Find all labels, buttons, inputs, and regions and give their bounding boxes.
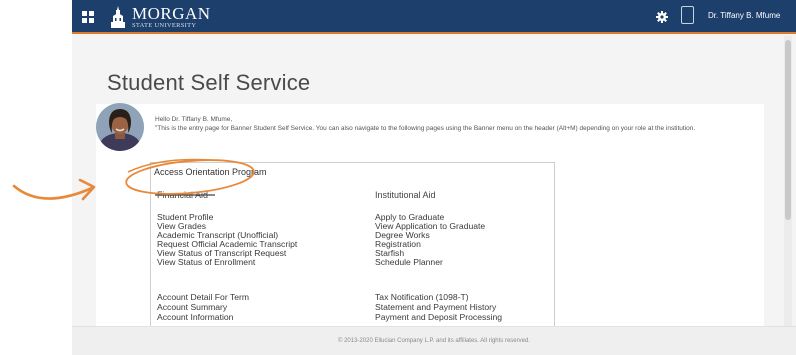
- scrollbar-thumb[interactable]: [785, 40, 791, 220]
- financial-aid-link[interactable]: Financial Aid: [157, 190, 208, 200]
- university-logo[interactable]: MORGAN STATE UNIVERSITY: [110, 4, 211, 30]
- payment-deposit-processing-link[interactable]: Payment and Deposit Processing: [375, 312, 502, 323]
- page-footer: © 2013-2020 Ellucian Company L.P. and it…: [72, 326, 796, 355]
- institutional-aid-link[interactable]: Institutional Aid: [375, 190, 436, 200]
- greeting-text: Hello Dr. Tiffany B. Mfume, "This is the…: [155, 115, 755, 133]
- gear-icon[interactable]: [656, 11, 668, 23]
- avatar: [96, 103, 144, 151]
- morgan-logo-icon: [111, 6, 125, 28]
- schedule-planner-link[interactable]: Schedule Planner: [375, 257, 443, 268]
- greeting-hello: Hello Dr. Tiffany B. Mfume,: [155, 116, 233, 123]
- account-information-link[interactable]: Account Information: [157, 312, 233, 323]
- user-avatar-icon[interactable]: [681, 6, 694, 24]
- brand-subtitle: STATE UNIVERSITY: [132, 21, 197, 29]
- copyright-text: © 2013-2020 Ellucian Company L.P. and it…: [338, 338, 530, 344]
- access-orientation-program-link[interactable]: Access Orientation Program: [154, 167, 267, 177]
- grid-menu-icon[interactable]: [82, 11, 94, 23]
- page-title: Student Self Service: [107, 70, 311, 95]
- user-name-menu[interactable]: Dr. Tiffany B. Mfume: [708, 11, 780, 20]
- brand-name: MORGAN: [132, 3, 211, 23]
- top-navigation-bar: MORGAN STATE UNIVERSITY Dr. Tiffany B. M…: [72, 0, 796, 34]
- view-enrollment-status-link[interactable]: View Status of Enrollment: [157, 257, 255, 268]
- greeting-message: "This is the entry page for Banner Stude…: [155, 125, 696, 132]
